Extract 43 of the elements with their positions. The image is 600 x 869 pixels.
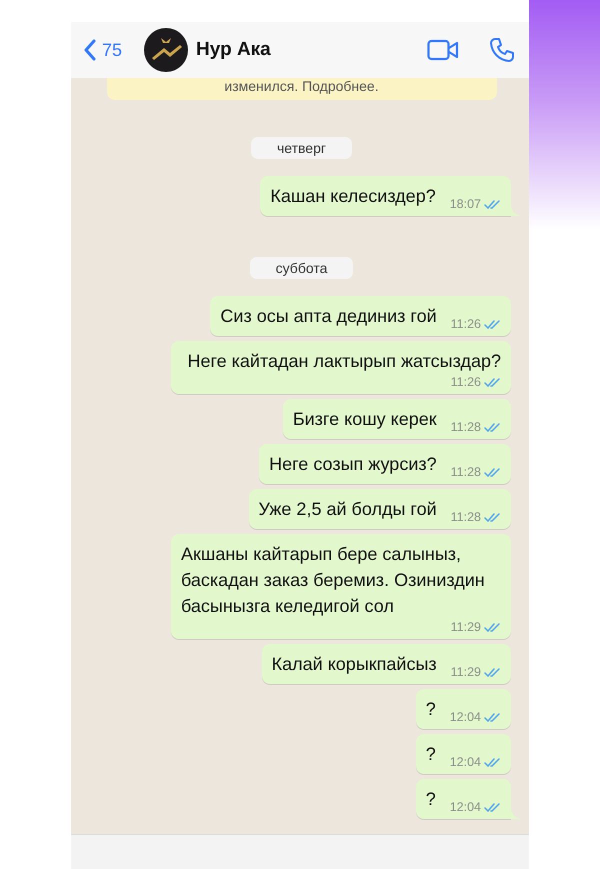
message-bubble[interactable]: Неге кайтадан лактырып жатсыздар? 11:26 [171,341,511,394]
video-call-icon[interactable] [427,39,459,61]
message-time: 12:04 [450,754,481,770]
message-bubble[interactable]: Кашан келесиздер? 18:07 [260,176,511,216]
phone-icon[interactable] [489,37,515,63]
message-bubble[interactable]: Бизге кошу керек 11:28 [282,399,511,439]
message-time: 11:29 [450,619,481,635]
message-text: Неге кайтадан лактырып жатсыздар? [187,350,501,373]
notice-text[interactable]: изменился. Подробнее. [224,78,379,94]
message-text: Неге созып журсиз? [269,453,437,476]
message-text: Уже 2,5 ай болды гой [258,498,437,521]
message-text: ? [426,698,436,721]
message-bubble[interactable]: ? 12:04 [416,689,511,729]
message-text: Калай корыкпайсыз [272,653,437,676]
message-bubble[interactable]: ? 12:04 [416,734,511,774]
message-bubble[interactable]: Уже 2,5 ай болды гой 11:28 [248,489,511,529]
message-time: 11:28 [450,464,481,480]
message-time: 11:28 [450,509,481,525]
message-text: ? [426,743,436,766]
message-time: 11:26 [450,374,481,390]
back-button[interactable]: 75 [83,39,122,61]
message-bubble[interactable]: Сиз осы апта дединиз гой 11:26 [210,296,511,336]
message-time: 12:04 [450,709,481,725]
unread-count: 75 [102,40,122,60]
date-label: суббота [250,257,354,279]
message-time: 18:07 [450,196,481,212]
date-label: четверг [251,137,352,159]
message-text: Бизге кошу керек [292,408,437,431]
message-time: 11:26 [450,316,481,332]
message-bubble[interactable]: Калай корыкпайсыз 11:29 [262,644,511,684]
message-bubble[interactable]: Акшаны кайтарып бере салыныз, баскадан заказ беремиз. Озиниздин басынызга келедигой сол 11:29 [171,534,511,639]
message-text: ? [426,788,436,811]
message-bubble[interactable]: Неге созып журсиз? 11:28 [259,444,511,484]
message-text: Сиз осы апта дединиз гой [220,305,437,328]
message-text: Акшаны кайтарып бере салыныз, баскадан заказ беремиз. Озиниздин басынызга келедигой сол [181,543,486,618]
message-time: 11:28 [450,419,481,435]
message-time: 11:29 [450,664,481,680]
back-chevron-icon [83,39,96,61]
contact-name[interactable]: Нур Ака [196,39,271,61]
avatar-icon[interactable] [144,28,188,72]
message-time: 12:04 [450,799,481,815]
message-bubble[interactable]: ? 12:04 [416,779,511,819]
message-text: Кашан келесиздер? [270,185,436,208]
